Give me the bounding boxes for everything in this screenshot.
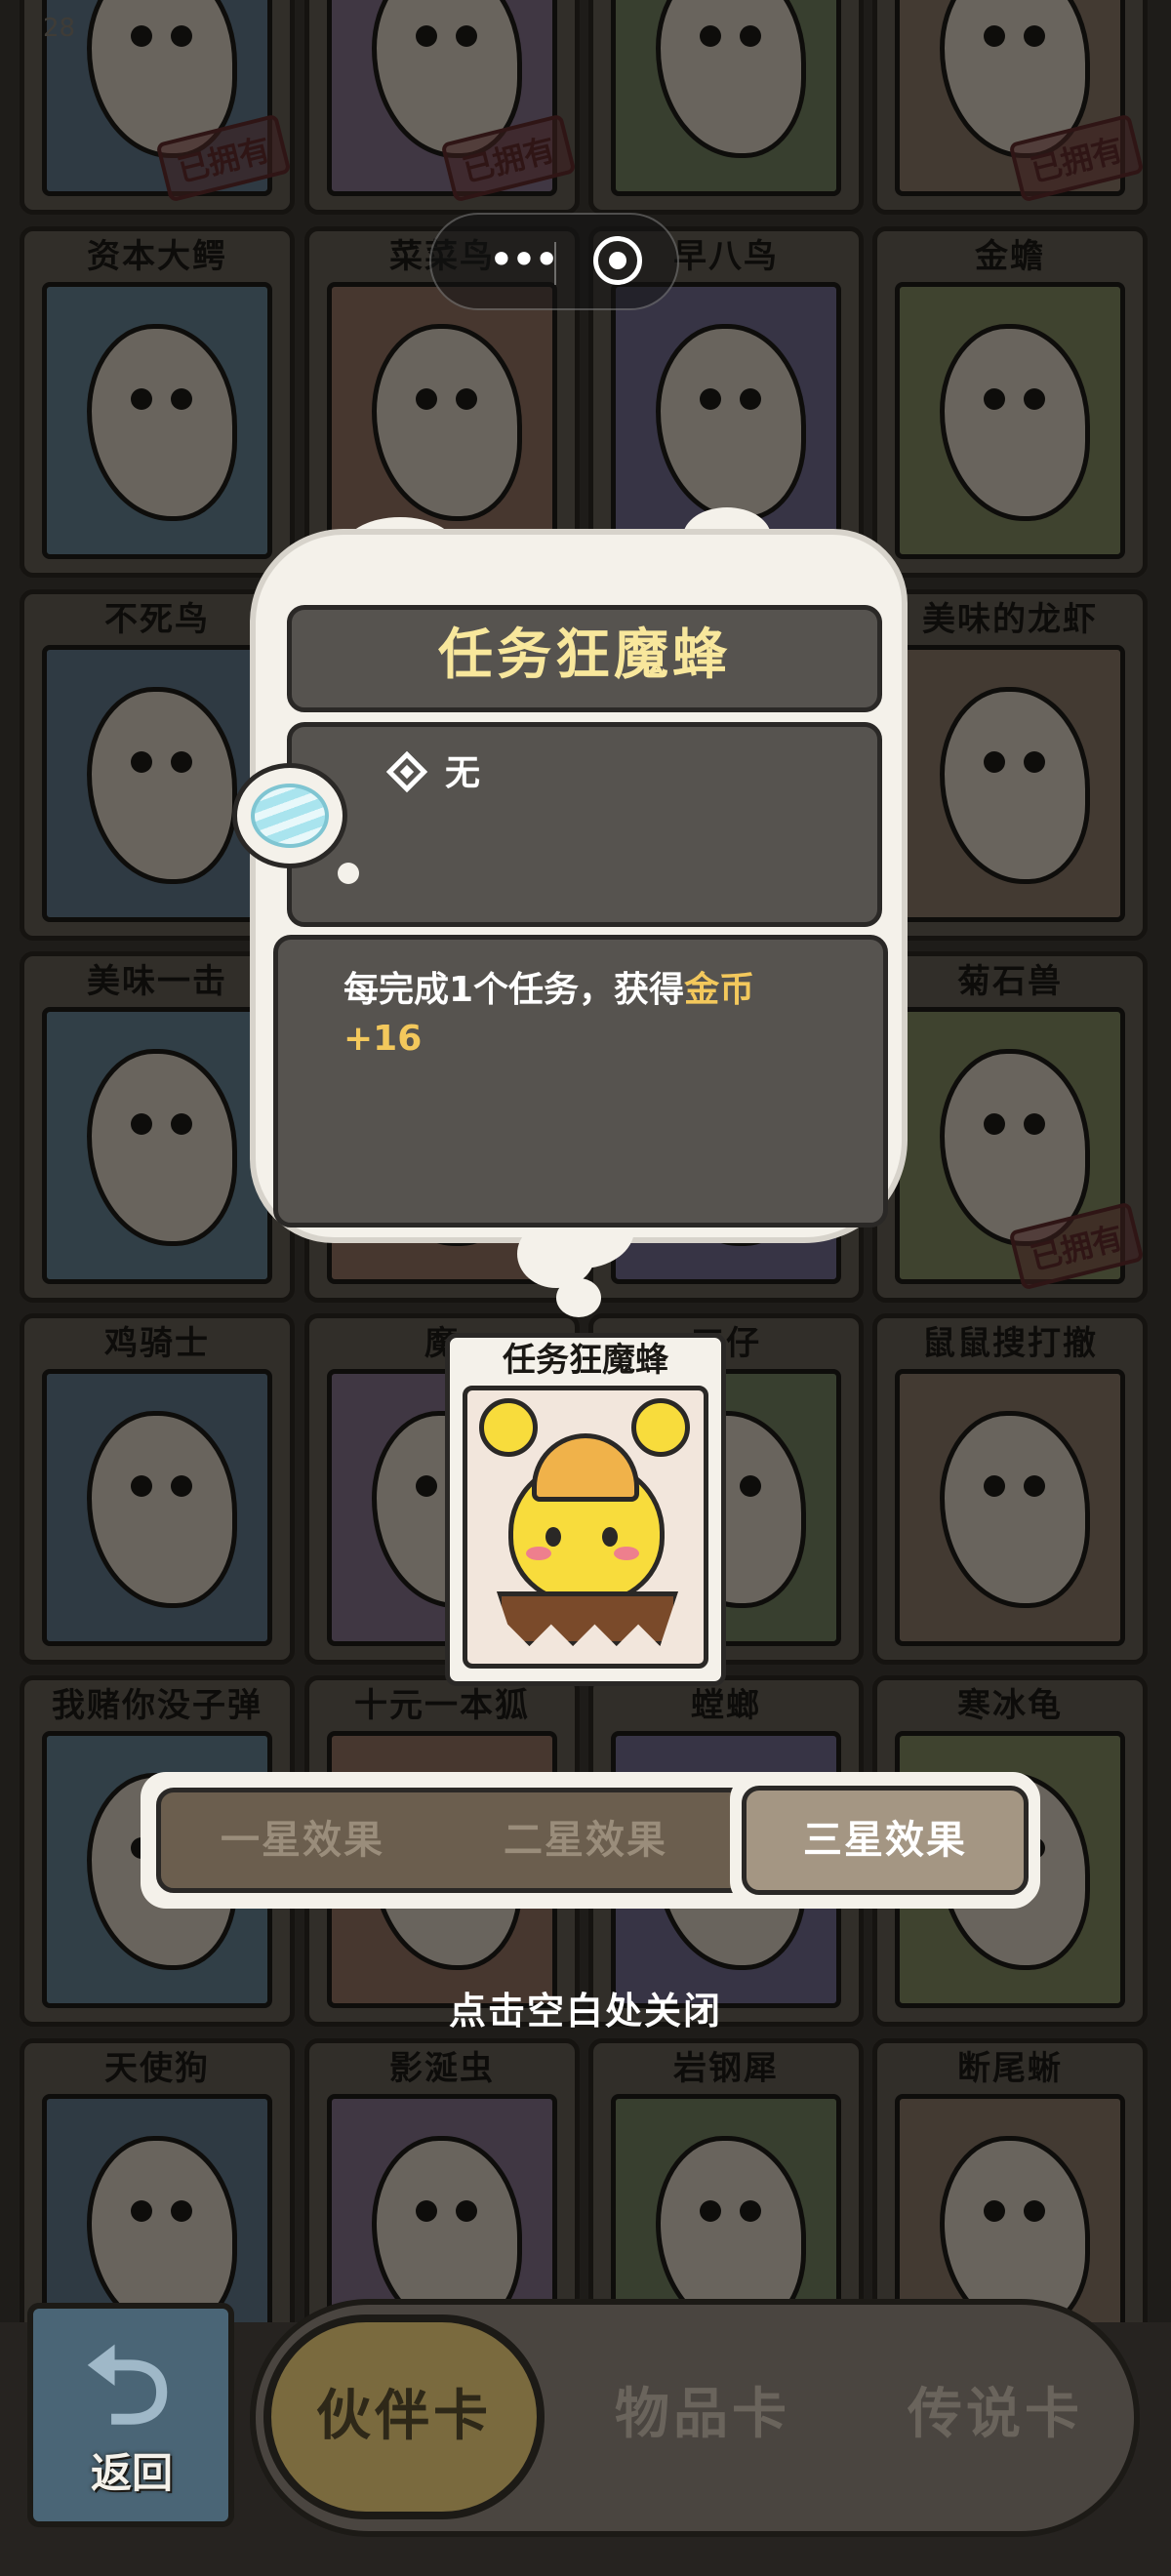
effect-value: +16 xyxy=(343,1019,423,1059)
tab-two-star[interactable]: 二星效果 xyxy=(459,1797,712,1883)
condition-text: 无 xyxy=(445,753,481,793)
badge-tail-dot xyxy=(338,863,359,884)
bee-character-illustration xyxy=(463,1386,708,1669)
bubble-tail-dot xyxy=(556,1278,601,1317)
pompom-icon xyxy=(479,1398,538,1457)
pompom-icon xyxy=(631,1398,690,1457)
close-hint: 点击空白处关闭 xyxy=(448,1990,722,2033)
bee-cheek xyxy=(526,1547,551,1560)
bee-eye xyxy=(602,1527,618,1547)
tab-one-star[interactable]: 一星效果 xyxy=(176,1797,429,1883)
bee-eye xyxy=(545,1527,561,1547)
more-button[interactable]: ••• xyxy=(468,232,576,291)
back-arrow-icon: ⮌ xyxy=(84,2323,172,2448)
tab-partner-card[interactable]: 伙伴卡 xyxy=(263,2314,545,2519)
hard-hat-icon xyxy=(532,1433,639,1502)
capsule-divider xyxy=(554,242,556,285)
close-miniprogram-icon[interactable] xyxy=(593,236,642,285)
effect-prefix: 每完成1个任务，获得 xyxy=(343,970,685,1010)
tab-three-star[interactable]: 三星效果 xyxy=(742,1786,1029,1895)
tab-legend-card[interactable]: 传说卡 xyxy=(859,2361,1132,2469)
bee-cheek xyxy=(614,1547,639,1560)
selected-card-name: 任务狂魔蜂 xyxy=(503,1341,668,1380)
coin-label: 金币 xyxy=(684,970,755,1010)
swirl-badge-icon xyxy=(232,763,347,868)
tab-item-card[interactable]: 物品卡 xyxy=(566,2361,839,2469)
effect-description: 每完成1个任务，获得金币 xyxy=(343,966,870,1015)
miniprogram-capsule: ••• xyxy=(429,213,679,310)
popup-title: 任务狂魔蜂 xyxy=(438,624,731,687)
back-label: 返回 xyxy=(90,2449,173,2497)
bee-skirt xyxy=(497,1591,678,1646)
